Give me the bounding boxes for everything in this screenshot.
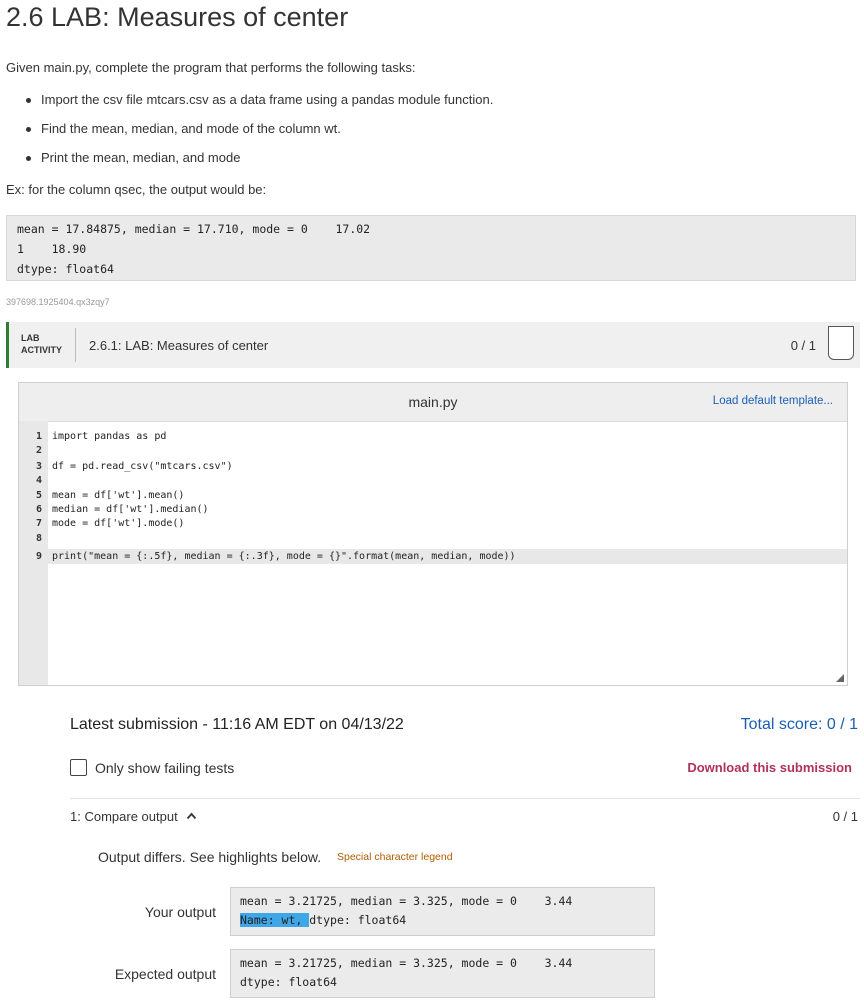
resize-handle-icon[interactable] [836,674,844,682]
code-text: mean = df['wt'].mean() [52,490,185,501]
test-toggle[interactable]: 1: Compare output [70,809,197,824]
line-number: 6 [35,504,42,515]
special-character-legend-link[interactable]: Special character legend [337,851,453,863]
lab-activity-tag: LAB ACTIVITY [21,332,62,356]
example-output-line: 1 18.90 [17,242,87,256]
your-output-box: mean = 3.21725, median = 3.325, mode = 0… [230,887,655,936]
code-line[interactable]: 6 median = df['wt'].median() [19,504,847,516]
output-line: dtype: float64 [240,975,337,989]
code-text: mode = df['wt'].mode() [52,518,185,529]
expected-output-label: Expected output [114,966,216,982]
chevron-up-icon [187,812,197,820]
list-item: Import the csv file mtcars.csv as a data… [24,90,493,119]
line-number: 8 [35,533,42,544]
code-line[interactable]: 2 [19,445,847,457]
line-number: 2 [35,445,42,456]
code-id: 397698.1925404.qx3zqy7 [6,297,110,307]
divider [75,328,76,362]
code-line[interactable]: 5 mean = df['wt'].mean() [19,490,847,502]
code-text: print("mean = {:.5f}, median = {:.3f}, m… [52,551,516,562]
line-number: 7 [35,518,42,529]
code-text: median = df['wt'].median() [52,504,209,515]
code-text: import pandas as pd [52,431,167,442]
completion-badge-icon [828,326,854,360]
example-output-block: mean = 17.84875, median = 17.710, mode =… [6,215,856,281]
code-line[interactable]: 1 import pandas as pd [19,431,847,443]
code-line-active[interactable]: 9 print("mean = {:.5f}, median = {:.3f}, … [19,549,847,564]
example-output-line: dtype: float64 [17,262,114,276]
expected-output-box: mean = 3.21725, median = 3.325, mode = 0… [230,949,655,998]
output-line: mean = 3.21725, median = 3.325, mode = 0… [240,956,573,970]
your-output-label: Your output [144,904,216,920]
page-title: 2.6 LAB: Measures of center [6,2,349,32]
lab-activity-name: 2.6.1: LAB: Measures of center [89,338,269,353]
line-number: 3 [35,461,42,472]
latest-submission: Latest submission - 11:16 AM EDT on 04/1… [70,716,404,733]
output-text: dtype: float64 [309,913,407,927]
list-item: Print the mean, median, and mode [24,148,493,177]
line-number: 5 [35,490,42,501]
only-failing-label[interactable]: Only show failing tests [95,760,234,776]
task-list: Import the csv file mtcars.csv as a data… [24,90,493,177]
download-submission-link[interactable]: Download this submission [687,760,852,775]
code-editor[interactable]: main.py Load default template... 1 import… [18,382,848,686]
output-line: mean = 3.21725, median = 3.325, mode = 0… [240,894,573,908]
lab-score: 0 / 1 [790,338,816,353]
line-number: 9 [35,551,42,562]
total-score: Total score: 0 / 1 [740,716,858,733]
code-line[interactable]: 8 [19,533,847,545]
lab-tag-line: ACTIVITY [21,345,63,355]
example-label: Ex: for the column qsec, the output woul… [6,182,267,197]
only-failing-checkbox[interactable] [70,759,87,776]
code-line[interactable]: 4 [19,475,847,487]
load-default-template-link[interactable]: Load default template... [713,395,833,407]
code-line[interactable]: 3 df = pd.read_csv("mtcars.csv") [19,461,847,473]
line-number: 1 [35,431,42,442]
lab-tag-line: LAB [21,333,40,343]
diff-highlight: Name: wt, [240,913,310,927]
test-name: 1: Compare output [70,809,178,824]
code-line[interactable]: 7 mode = df['wt'].mode() [19,518,847,530]
divider [70,798,860,799]
lab-activity-header: LAB ACTIVITY 2.6.1: LAB: Measures of cen… [6,322,860,368]
example-output-line: mean = 17.84875, median = 17.710, mode =… [17,222,371,236]
list-item: Find the mean, median, and mode of the c… [24,119,493,148]
output-line: Name: wt, dtype: float64 [240,911,645,930]
code-text: df = pd.read_csv("mtcars.csv") [52,461,233,472]
test-score: 0 / 1 [832,809,858,824]
diff-message: Output differs. See highlights below. [98,849,322,865]
line-number: 4 [35,475,42,486]
editor-header: main.py Load default template... [19,383,847,422]
instructions-intro: Given main.py, complete the program that… [6,60,416,75]
